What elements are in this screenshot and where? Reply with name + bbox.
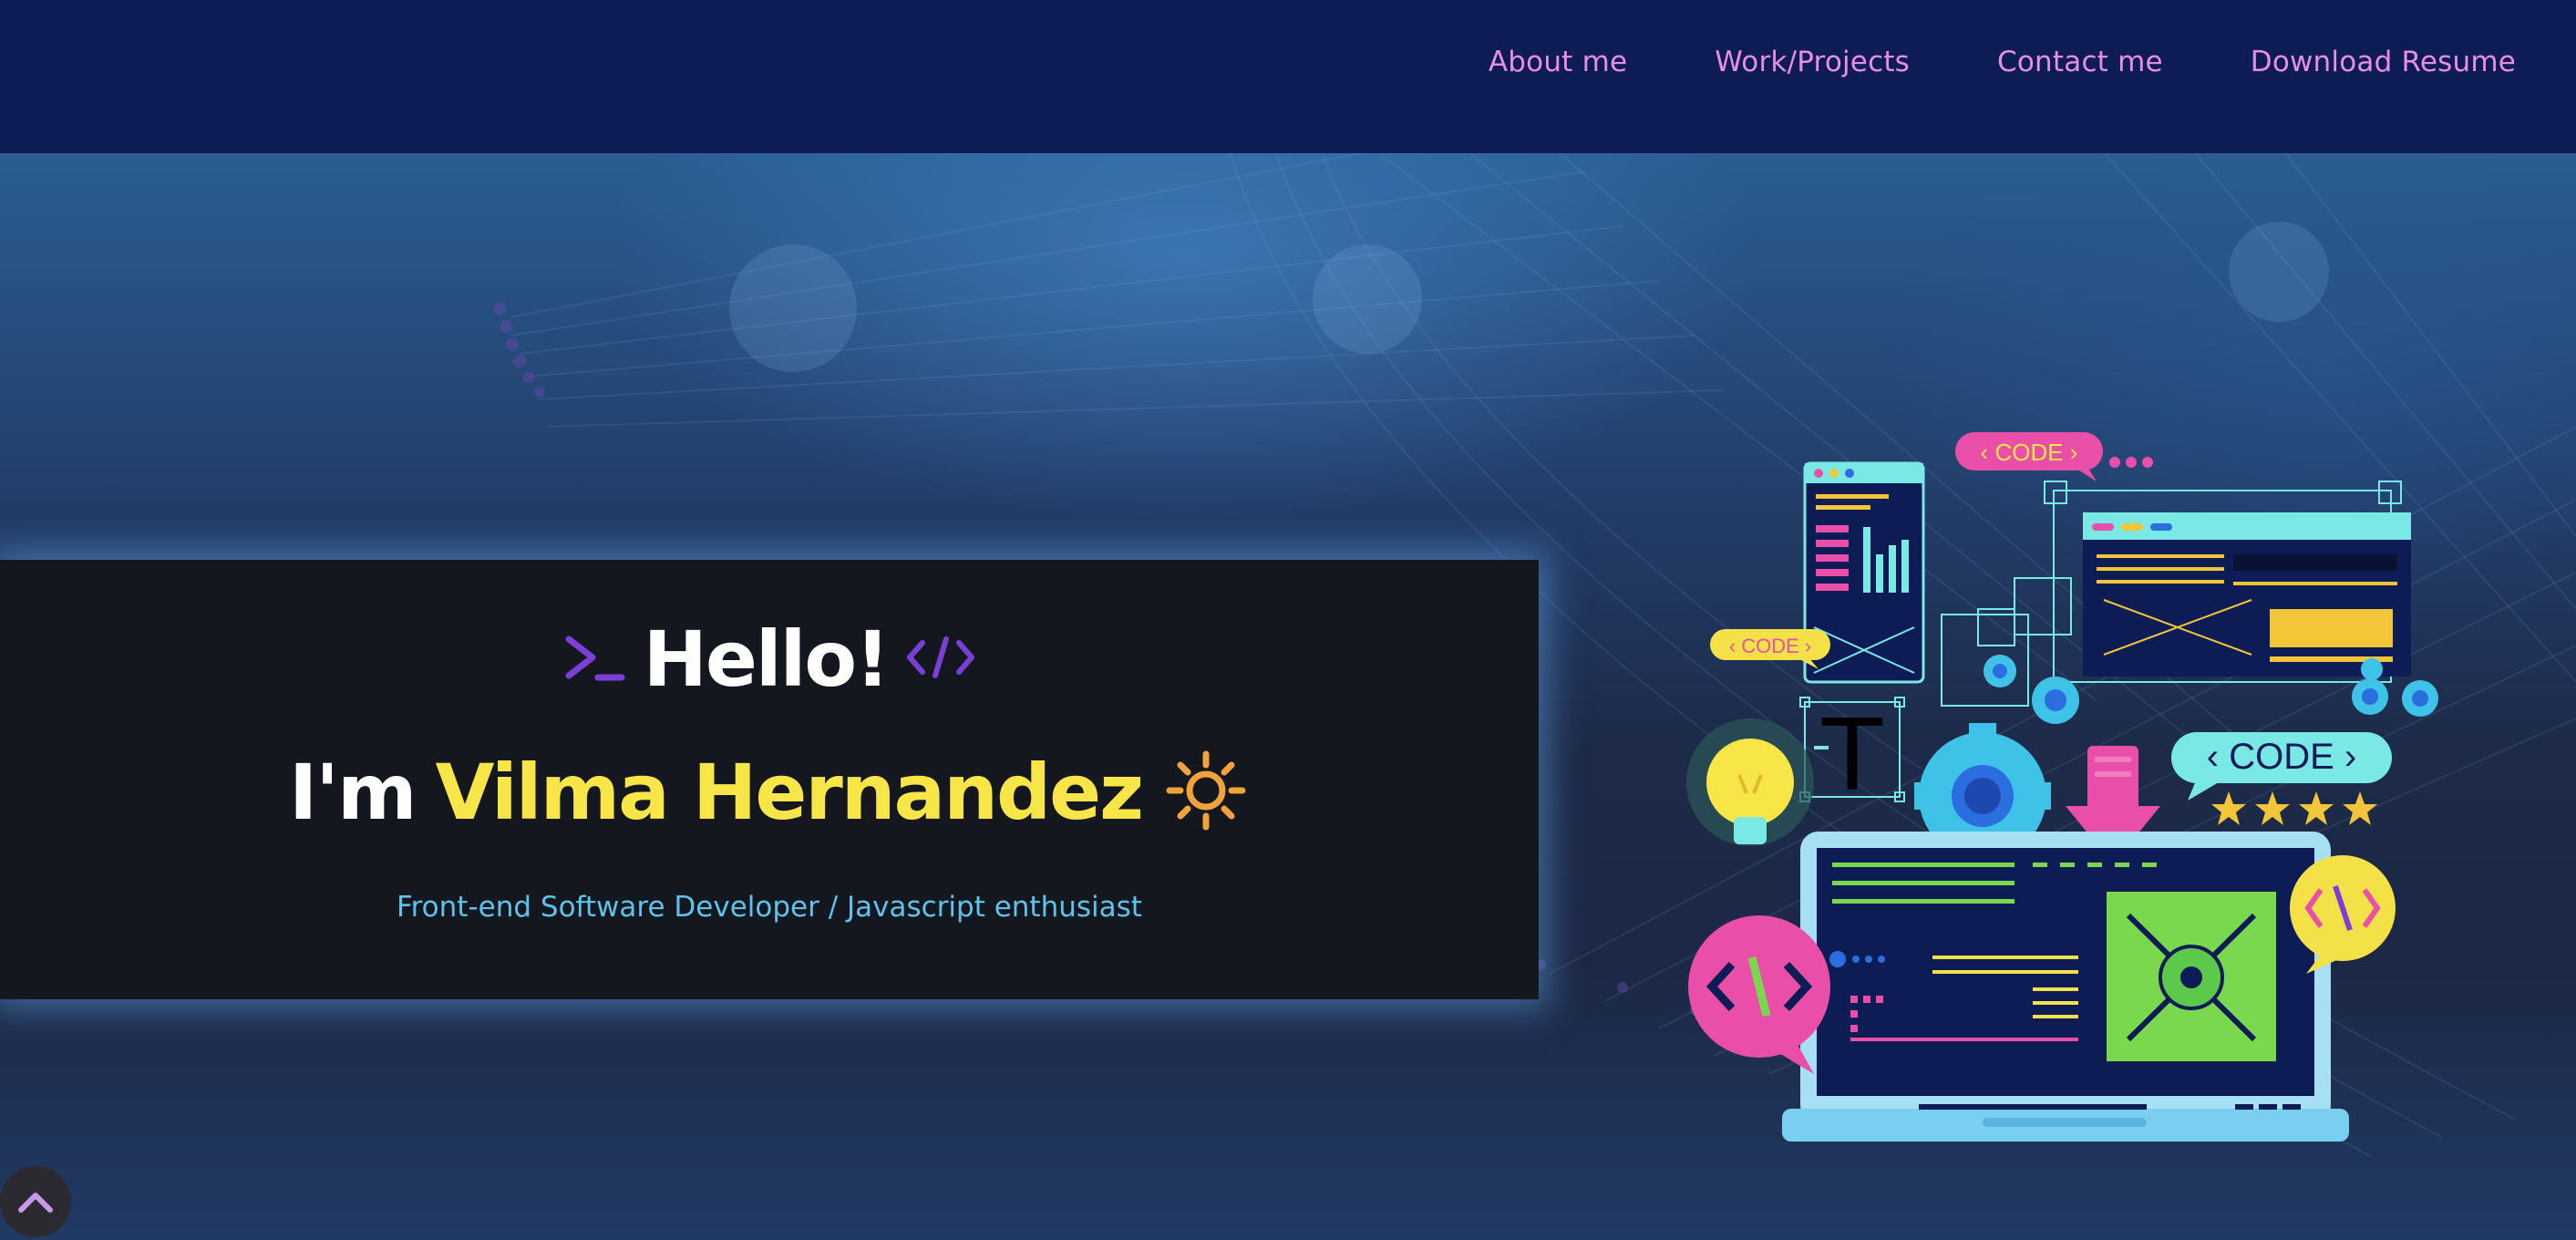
rating-stars-graphic	[2211, 791, 2377, 825]
svg-text:‹ CODE ›: ‹ CODE ›	[1729, 635, 1811, 657]
sun-icon	[1162, 747, 1250, 838]
chevron-up-icon	[18, 1193, 53, 1213]
nav-link-resume[interactable]: Download Resume	[2251, 46, 2516, 78]
name-row: I'm Vilma Hernandez	[0, 747, 1539, 838]
laptop-graphic	[1782, 832, 2349, 1142]
scroll-to-top-button[interactable]	[0, 1166, 71, 1237]
lightbulb-graphic	[1686, 718, 1814, 846]
code-bubble-pink: ‹ CODE ›	[1955, 432, 2153, 481]
hero-section: ‹ CODE › ‹ CODE › T ‹ CODE › Hello! I'm …	[0, 153, 2576, 1240]
code-bubble-yellow: ‹ CODE ›	[1710, 629, 1830, 669]
intro-prefix: I'm	[288, 748, 417, 837]
nav-link-projects[interactable]: Work/Projects	[1715, 46, 1910, 78]
svg-text:T: T	[1821, 699, 1883, 813]
text-tool-graphic: T	[1799, 697, 1905, 813]
greeting-row: Hello!	[0, 615, 1539, 704]
svg-text:‹ CODE ›: ‹ CODE ›	[2207, 737, 2356, 777]
tagline: Front-end Software Developer / Javascrip…	[397, 891, 1142, 924]
browser-window-graphic	[2044, 480, 2411, 683]
nav-link-about[interactable]: About me	[1489, 46, 1627, 78]
greeting-heading: Hello!	[643, 615, 891, 704]
code-tag-icon	[904, 630, 977, 688]
nav-link-contact[interactable]: Contact me	[1997, 46, 2163, 78]
nav-links: About me Work/Projects Contact me Downlo…	[1489, 46, 2516, 78]
top-nav: About me Work/Projects Contact me Downlo…	[0, 0, 2576, 153]
terminal-prompt-icon	[562, 630, 627, 688]
code-bubble-cyan: ‹ CODE ›	[2171, 732, 2392, 801]
svg-text:‹ CODE ›: ‹ CODE ›	[1981, 439, 2078, 466]
developer-name: Vilma Hernandez	[435, 748, 1144, 837]
developer-illustration: ‹ CODE › ‹ CODE › T ‹ CODE ›	[1686, 432, 2438, 1142]
intro-banner: Hello! I'm Vilma Hernandez Front-end Sof…	[0, 560, 1539, 999]
